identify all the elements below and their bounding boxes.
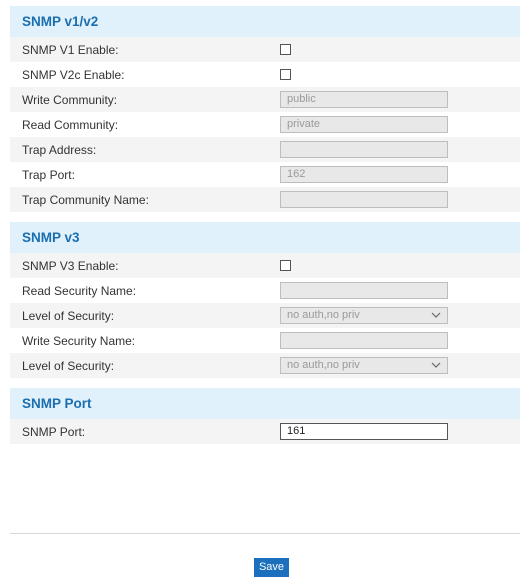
snmp-settings-panel: SNMP v1/v2 SNMP V1 Enable: SNMP V2c Enab… (10, 6, 520, 444)
snmp-v1-enable-label: SNMP V1 Enable: (22, 42, 119, 57)
chevron-down-icon (431, 312, 441, 318)
snmp-v3-enable-checkbox[interactable] (280, 260, 291, 271)
read-security-name-label: Read Security Name: (22, 283, 137, 298)
row-read-community: Read Community: private (10, 112, 520, 137)
trap-port-input[interactable]: 162 (280, 166, 448, 183)
read-level-of-security-label: Level of Security: (22, 308, 115, 323)
row-trap-address: Trap Address: (10, 137, 520, 162)
row-write-community: Write Community: public (10, 87, 520, 112)
trap-community-name-label: Trap Community Name: (22, 192, 149, 207)
snmp-v1-enable-checkbox[interactable] (280, 44, 291, 55)
row-write-security-name: Write Security Name: (10, 328, 520, 353)
row-snmp-port: SNMP Port: 161 (10, 419, 520, 444)
write-community-input[interactable]: public (280, 91, 448, 108)
section-title-snmp-v3: SNMP v3 (10, 222, 520, 253)
write-level-of-security-label: Level of Security: (22, 358, 115, 373)
read-community-input[interactable]: private (280, 116, 448, 133)
footer-divider (10, 533, 520, 534)
read-security-name-input[interactable] (280, 282, 448, 299)
read-community-label: Read Community: (22, 117, 119, 132)
read-level-of-security-value: no auth,no priv (287, 309, 360, 321)
row-trap-port: Trap Port: 162 (10, 162, 520, 187)
snmp-v3-enable-label: SNMP V3 Enable: (22, 258, 119, 273)
write-level-of-security-select[interactable]: no auth,no priv (280, 357, 448, 374)
write-community-label: Write Community: (22, 92, 118, 107)
snmp-port-input[interactable]: 161 (280, 423, 448, 440)
trap-port-label: Trap Port: (22, 167, 75, 182)
chevron-down-icon (431, 362, 441, 368)
section-title-snmp-port: SNMP Port (10, 388, 520, 419)
write-security-name-label: Write Security Name: (22, 333, 136, 348)
row-snmp-v3-enable: SNMP V3 Enable: (10, 253, 520, 278)
row-trap-community-name: Trap Community Name: (10, 187, 520, 212)
snmp-v2c-enable-checkbox[interactable] (280, 69, 291, 80)
snmp-v2c-enable-label: SNMP V2c Enable: (22, 67, 125, 82)
section-title-snmp-v1v2: SNMP v1/v2 (10, 6, 520, 37)
row-snmp-v2c-enable: SNMP V2c Enable: (10, 62, 520, 87)
row-read-security-name: Read Security Name: (10, 278, 520, 303)
write-security-name-input[interactable] (280, 332, 448, 349)
row-read-level-of-security: Level of Security: no auth,no priv (10, 303, 520, 328)
save-button[interactable]: Save (254, 558, 289, 577)
read-level-of-security-select[interactable]: no auth,no priv (280, 307, 448, 324)
snmp-port-label: SNMP Port: (22, 424, 86, 439)
row-write-level-of-security: Level of Security: no auth,no priv (10, 353, 520, 378)
trap-address-input[interactable] (280, 141, 448, 158)
trap-address-label: Trap Address: (22, 142, 97, 157)
write-level-of-security-value: no auth,no priv (287, 359, 360, 371)
trap-community-name-input[interactable] (280, 191, 448, 208)
row-snmp-v1-enable: SNMP V1 Enable: (10, 37, 520, 62)
